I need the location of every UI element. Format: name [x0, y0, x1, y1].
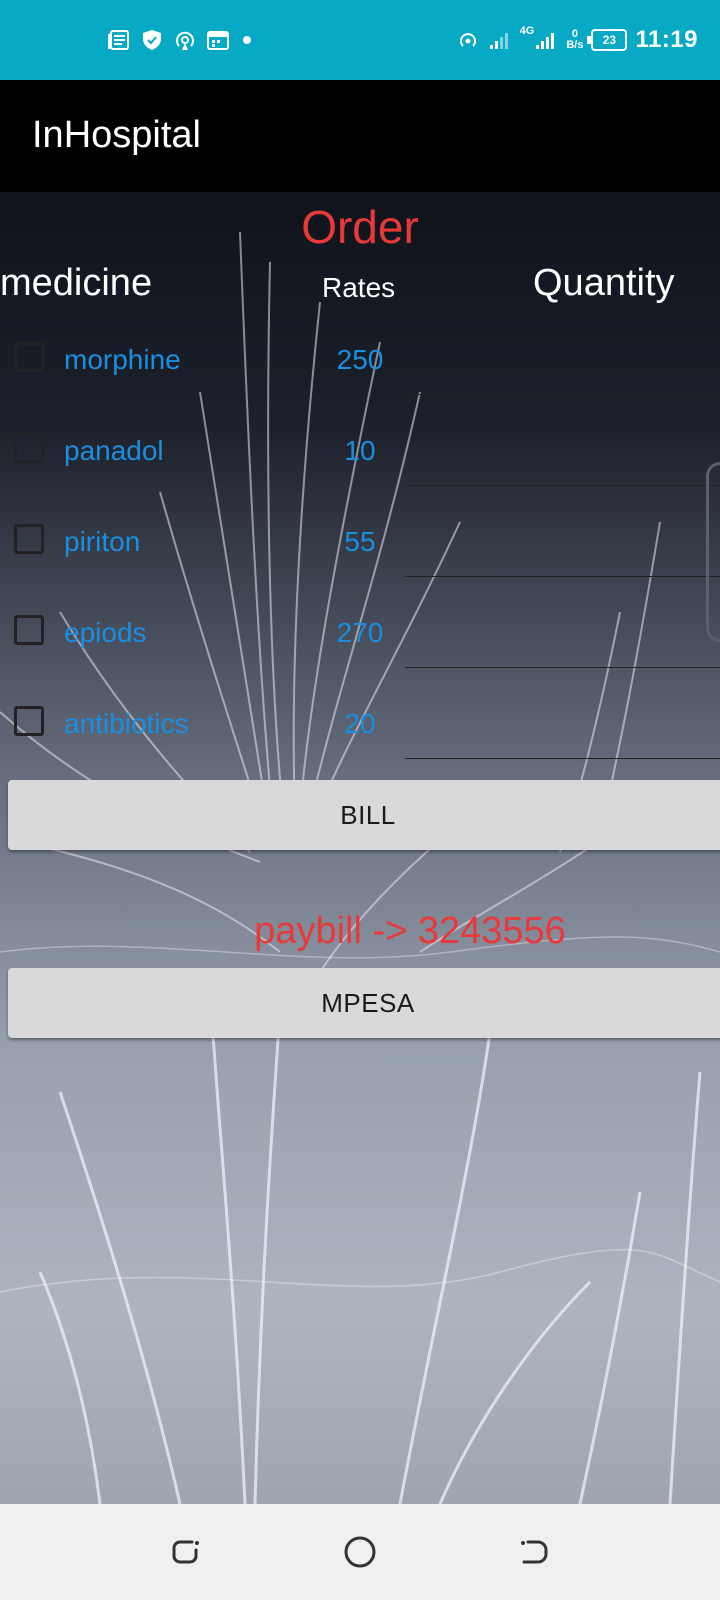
rates-column-header: Rates — [322, 272, 396, 303]
medicine-row-panadol: panadol 10 — [0, 415, 720, 505]
medicine-row-epiods: epiods 270 — [0, 597, 720, 687]
quantity-input[interactable] — [405, 667, 720, 668]
quantity-column-header: Quantity — [533, 262, 675, 304]
medicine-rate: 250 — [336, 344, 384, 375]
quantity-input[interactable] — [405, 485, 720, 486]
medicine-name: epiods — [64, 617, 147, 648]
shield-icon — [143, 30, 161, 50]
medicine-name: panadol — [64, 435, 164, 466]
quantity-input[interactable] — [405, 576, 720, 577]
scroll-handle[interactable] — [706, 462, 720, 642]
medicine-row-piriton: piriton 55 — [0, 506, 720, 596]
status-bar: 4G 0 B/s 23 11:19 — [0, 0, 720, 80]
navigation-bar — [0, 1504, 720, 1600]
medicine-rate: 20 — [344, 708, 376, 739]
paybill-text: paybill -> 3243556 — [254, 910, 566, 952]
hotspot-icon — [176, 31, 194, 50]
medicine-row-antibiotics: antibiotics 20 — [0, 688, 720, 778]
medicine-name: morphine — [64, 344, 181, 375]
quantity-input[interactable] — [405, 758, 720, 759]
order-title: Order — [301, 201, 419, 253]
medicine-checkbox[interactable] — [14, 615, 44, 645]
medicine-row-morphine: morphine 250 — [0, 324, 720, 414]
order-screen: Order medicine Rates Quantity morphine 2… — [0, 192, 720, 1504]
app-bar: InHospital — [0, 80, 720, 192]
speed-unit: B/s — [566, 39, 584, 51]
signal-icon — [489, 33, 508, 49]
clock: 11:19 — [635, 26, 698, 53]
bill-button[interactable]: BILL — [8, 780, 720, 850]
calendar-icon — [207, 31, 229, 50]
signal-4g-icon — [536, 33, 555, 49]
medicine-rate: 55 — [344, 526, 376, 557]
network-speed: 0 B/s — [566, 29, 583, 51]
medicine-checkbox[interactable] — [14, 342, 44, 372]
medicine-name: piriton — [64, 526, 141, 557]
news-icon — [108, 30, 129, 50]
app-title: InHospital — [32, 114, 201, 156]
medicine-checkbox[interactable] — [14, 433, 44, 463]
mpesa-button[interactable]: MPESA — [8, 968, 720, 1038]
medicine-column-header: medicine — [0, 262, 153, 304]
medicine-checkbox[interactable] — [14, 706, 44, 736]
home-icon[interactable] — [342, 1534, 378, 1570]
recent-apps-icon[interactable] — [168, 1534, 204, 1570]
battery-icon: 23 — [587, 29, 628, 51]
medicine-name: antibiotics — [64, 708, 189, 739]
medicine-rate: 10 — [344, 435, 376, 466]
medicine-checkbox[interactable] — [14, 524, 44, 554]
medicine-rate: 270 — [336, 617, 384, 648]
quantity-input[interactable] — [405, 394, 720, 395]
hotspot-status-icon — [459, 33, 476, 47]
back-icon[interactable] — [516, 1534, 552, 1570]
network-type-label: 4G — [519, 25, 535, 37]
system-icons: 4G 0 B/s 23 11:19 — [456, 22, 698, 58]
more-notifications-icon — [243, 36, 251, 44]
notification-icons — [107, 26, 251, 54]
